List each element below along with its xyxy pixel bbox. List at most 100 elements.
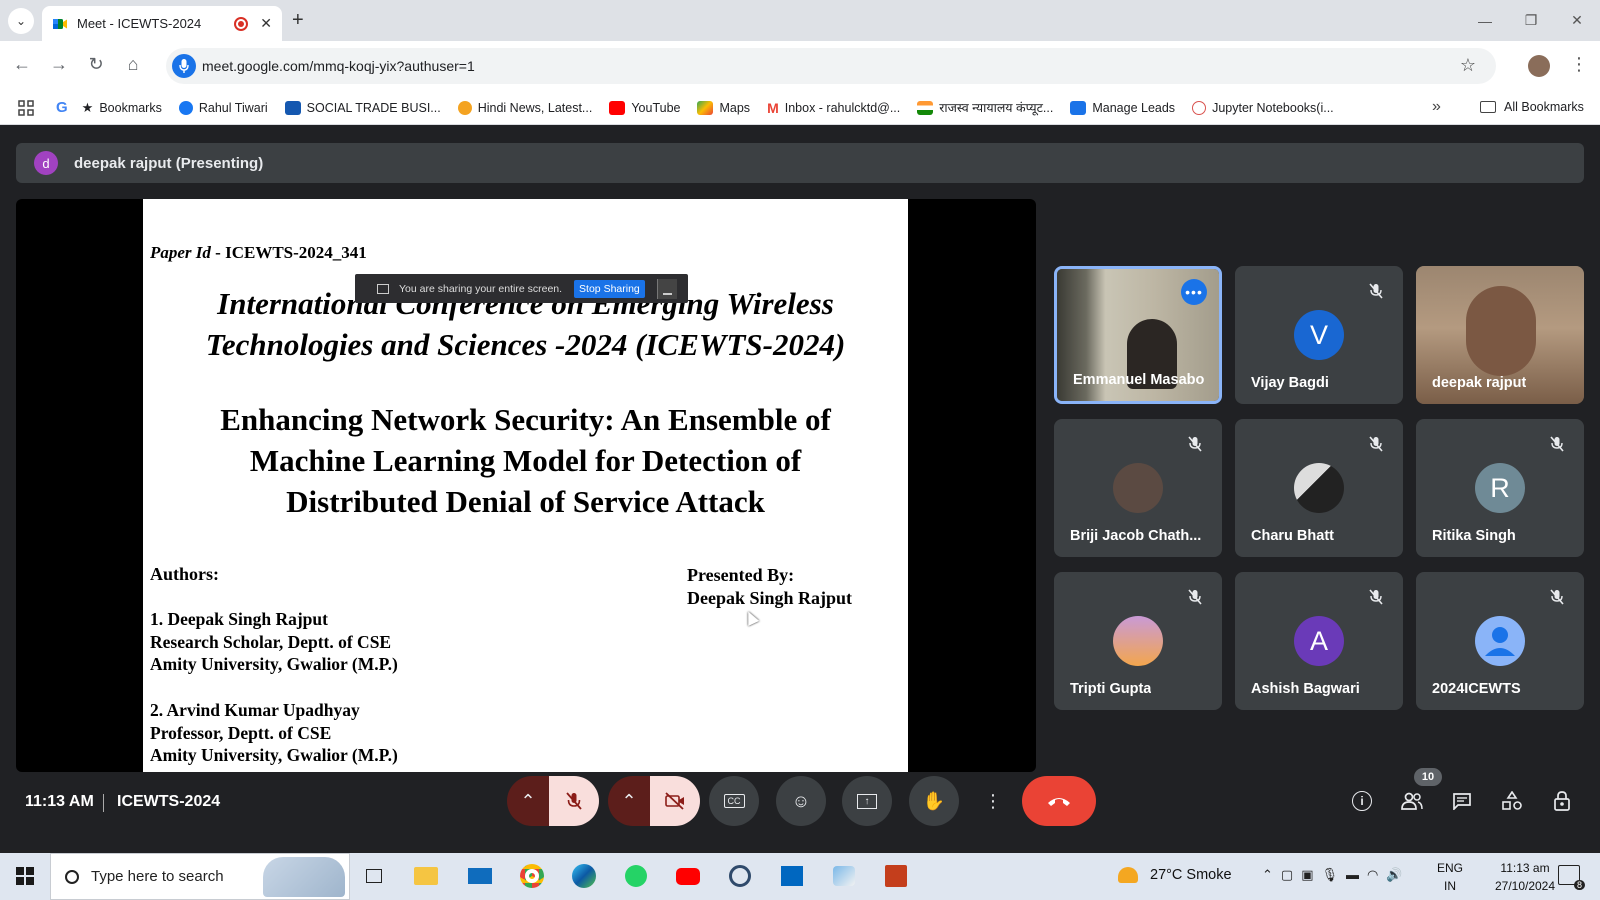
bookmark-item[interactable]: Rahul Tiwari	[178, 100, 268, 115]
minimize-button[interactable]: —	[1462, 0, 1508, 41]
restore-button[interactable]: ❐	[1508, 0, 1554, 41]
microphone-in-use-icon[interactable]	[172, 54, 196, 78]
youtube-icon[interactable]	[674, 862, 702, 890]
weather-widget[interactable]: 27°C Smoke	[1118, 867, 1232, 883]
raise-hand-button[interactable]: ✋	[909, 776, 959, 826]
tray-app-icon[interactable]: ▢	[1281, 867, 1293, 883]
file-explorer-icon[interactable]	[412, 862, 440, 890]
tab-search-button[interactable]: ⌄	[8, 8, 34, 34]
participant-tile[interactable]: R Ritika Singh	[1416, 419, 1584, 557]
notification-center-icon[interactable]: 8	[1558, 865, 1585, 890]
browser-menu-icon[interactable]: ⋮	[1570, 54, 1588, 75]
bookmark-item[interactable]: राजस्व न्यायालय कंप्यूट...	[917, 99, 1053, 116]
battery-icon[interactable]: ▬	[1346, 867, 1359, 883]
chat-button[interactable]	[1448, 789, 1476, 813]
chevron-up-icon: ⌃	[520, 790, 536, 811]
participant-tile[interactable]: V Vijay Bagdi	[1235, 266, 1403, 404]
home-button[interactable]: ⌂	[121, 54, 145, 75]
meeting-details-button[interactable]: i	[1348, 789, 1376, 813]
captions-icon: CC	[723, 794, 745, 808]
hide-banner-button[interactable]	[656, 278, 677, 299]
new-tab-button[interactable]: +	[292, 9, 304, 32]
stop-sharing-button[interactable]: Stop Sharing	[574, 279, 645, 298]
presenter-label: deepak rajput (Presenting)	[74, 154, 264, 172]
mic-off-icon	[1550, 436, 1564, 452]
language-indicator[interactable]: ENG IN	[1437, 859, 1463, 895]
leave-call-button[interactable]	[1022, 776, 1096, 826]
bookmark-star-icon[interactable]: ☆	[1460, 55, 1476, 76]
activities-button[interactable]	[1498, 789, 1526, 813]
apps-icon[interactable]	[18, 99, 34, 116]
wifi-icon[interactable]: ◠	[1367, 867, 1378, 883]
presenter-avatar: d	[34, 151, 58, 175]
close-tab-icon[interactable]: ✕	[260, 15, 272, 32]
powerpoint-icon[interactable]	[882, 862, 910, 890]
participant-tile[interactable]: Tripti Gupta	[1054, 572, 1222, 710]
mic-off-icon	[1369, 436, 1383, 452]
authors-heading: Authors:	[150, 564, 220, 584]
task-view-icon[interactable]	[360, 862, 388, 890]
bookmark-item[interactable]: ★ Bookmarks	[82, 100, 162, 116]
all-bookmarks-button[interactable]: All Bookmarks	[1480, 100, 1584, 114]
microphone-toggle-button[interactable]	[549, 776, 599, 826]
google-icon[interactable]: G	[56, 99, 68, 116]
window-controls: — ❐ ✕	[1462, 0, 1600, 41]
whatsapp-icon[interactable]	[622, 862, 650, 890]
captions-button[interactable]: CC	[709, 776, 759, 826]
facebook-icon	[178, 100, 193, 115]
participant-tile[interactable]: Briji Jacob Chath...	[1054, 419, 1222, 557]
bookmark-item[interactable]: SOCIAL TRADE BUSI...	[284, 100, 441, 115]
bookmark-item[interactable]: Hindi News, Latest...	[457, 100, 592, 115]
microphone-icon[interactable]: 🎙	[1322, 867, 1339, 883]
people-button[interactable]	[1398, 789, 1426, 813]
bookmark-item[interactable]: Jupyter Notebooks(i...	[1192, 100, 1334, 115]
more-options-button[interactable]: ⋮	[972, 776, 1014, 826]
presentation-stage[interactable]: Paper Id - ICEWTS-2024_341 International…	[16, 199, 1036, 772]
bookmark-item[interactable]: M Inbox - rahulcktd@...	[767, 100, 900, 116]
more-options-icon[interactable]: •••	[1181, 279, 1207, 305]
tray-meet-icon[interactable]: ▣	[1301, 867, 1313, 883]
reload-button[interactable]: ↻	[84, 54, 108, 75]
bookmark-item[interactable]: YouTube	[609, 100, 680, 115]
app-icon[interactable]	[726, 862, 754, 890]
participant-tile[interactable]: ••• Emmanuel Masabo	[1054, 266, 1222, 404]
people-icon	[1401, 792, 1423, 810]
bookmark-item[interactable]: Manage Leads	[1070, 100, 1175, 115]
more-bookmarks-icon[interactable]: »	[1432, 98, 1441, 116]
camera-toggle-button[interactable]	[650, 776, 700, 826]
back-button[interactable]: ←	[10, 54, 34, 75]
participant-tile[interactable]: 2024ICEWTS	[1416, 572, 1584, 710]
participant-tile[interactable]: deepak rajput	[1416, 266, 1584, 404]
volume-icon[interactable]: 🔊	[1386, 867, 1402, 883]
present-button[interactable]: ↑	[842, 776, 892, 826]
show-hidden-icons-icon[interactable]: ⌃	[1262, 867, 1273, 883]
host-controls-button[interactable]	[1548, 789, 1576, 813]
video-options-button[interactable]: ⌃	[608, 776, 650, 826]
tab-meet[interactable]: Meet - ICEWTS-2024 ✕	[42, 6, 282, 41]
mic-off-icon	[1550, 589, 1564, 605]
windows-start-icon[interactable]	[16, 867, 34, 885]
bookmark-item[interactable]: Maps	[697, 100, 750, 115]
profile-avatar[interactable]	[1528, 55, 1550, 77]
participant-avatar: R	[1475, 463, 1525, 513]
reactions-button[interactable]: ☺	[776, 776, 826, 826]
mic-off-icon	[1188, 436, 1202, 452]
folder-icon	[1480, 101, 1496, 113]
chrome-icon[interactable]	[518, 862, 546, 890]
forward-button[interactable]: →	[47, 54, 71, 75]
close-window-button[interactable]: ✕	[1554, 0, 1600, 41]
audio-options-button[interactable]: ⌃	[507, 776, 549, 826]
edge-icon[interactable]	[570, 862, 598, 890]
meet-main: d deepak rajput (Presenting) Paper Id - …	[0, 125, 1600, 853]
participant-tile[interactable]: Charu Bhatt	[1235, 419, 1403, 557]
mail-icon[interactable]	[466, 862, 494, 890]
recording-indicator-icon	[234, 16, 249, 31]
system-tray: ⌃ ▢ ▣ 🎙 ▬ ◠ 🔊	[1262, 867, 1403, 883]
hand-icon: ✋	[922, 790, 946, 811]
store-icon[interactable]	[778, 862, 806, 890]
system-clock[interactable]: 11:13 am 27/10/2024	[1484, 859, 1566, 895]
paint-icon[interactable]	[830, 862, 858, 890]
bookmarks-bar: G ★ Bookmarks Rahul Tiwari SOCIAL TRADE B…	[0, 91, 1600, 125]
participant-tile[interactable]: A Ashish Bagwari	[1235, 572, 1403, 710]
address-bar[interactable]: meet.google.com/mmq-koqj-yix?authuser=1 …	[166, 48, 1496, 84]
